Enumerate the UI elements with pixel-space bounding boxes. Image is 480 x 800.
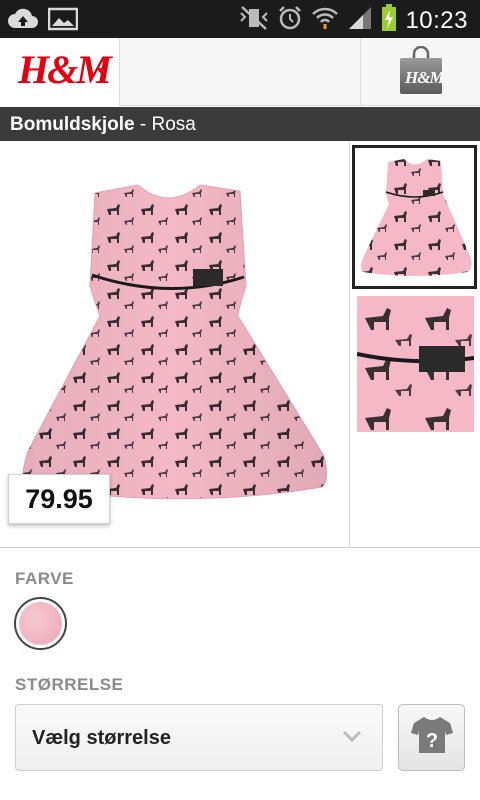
color-section-label: FARVE	[15, 569, 74, 588]
size-section-label: STØRRELSE	[15, 675, 124, 694]
color-swatch-rosa[interactable]	[14, 597, 67, 650]
status-bar: 10:23	[0, 0, 480, 38]
signal-icon	[347, 5, 373, 36]
alarm-icon	[277, 5, 303, 36]
tshirt-question-icon: ?	[410, 715, 454, 760]
thumbnail-2[interactable]	[357, 296, 474, 432]
shopping-bag-icon: H&M	[397, 45, 445, 101]
thumbnail-1-selected[interactable]	[352, 145, 477, 289]
product-title-bar: Bomuldskjole - Rosa	[0, 107, 480, 141]
product-color-name: Rosa	[151, 114, 196, 135]
size-guide-button[interactable]: ?	[398, 704, 465, 771]
clock-time: 10:23	[405, 6, 468, 34]
shopping-bag-button[interactable]: H&M	[360, 38, 480, 106]
svg-text:?: ?	[425, 730, 437, 752]
caret-down-icon	[96, 68, 108, 75]
title-separator: -	[134, 114, 152, 135]
wifi-icon	[311, 5, 339, 36]
image-icon	[47, 7, 79, 36]
cloud-upload-icon	[6, 6, 40, 37]
product-name: Bomuldskjole	[10, 114, 135, 135]
main-product-image[interactable]: 79.95	[0, 141, 350, 548]
chevron-down-icon	[342, 729, 362, 748]
product-gallery: 79.95	[0, 141, 480, 548]
color-swatch-fill	[19, 602, 62, 645]
app-header: H&M H&M	[0, 38, 480, 106]
price-tag: 79.95	[8, 474, 110, 524]
battery-charging-icon	[381, 4, 397, 37]
bag-logo: H&M	[405, 68, 445, 87]
vibrate-mute-icon	[239, 5, 269, 36]
size-select-placeholder: Vælg størrelse	[32, 727, 171, 749]
size-select[interactable]: Vælg størrelse	[15, 704, 383, 771]
brand-menu-button[interactable]: H&M	[0, 38, 120, 106]
